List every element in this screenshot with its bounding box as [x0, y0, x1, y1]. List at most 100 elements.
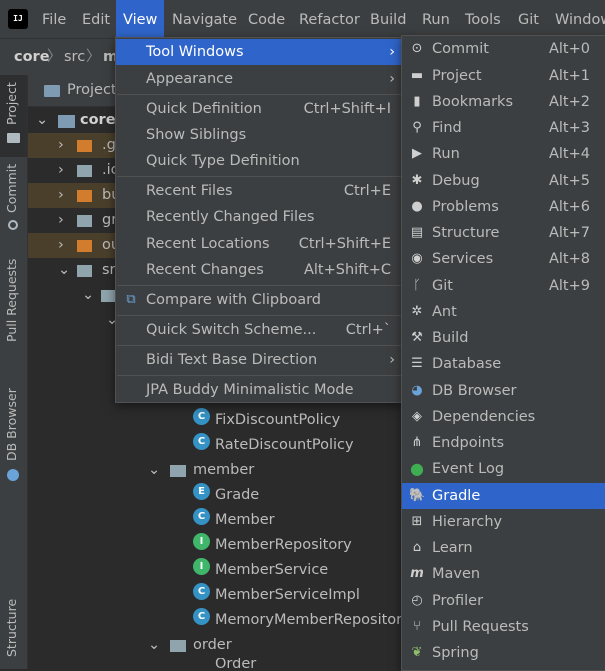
breadcrumb-src[interactable]: src [64, 39, 85, 75]
chevron-right-icon: › [389, 44, 395, 60]
menu-item-appearance[interactable]: Appearance › [116, 66, 403, 92]
tree-label: order [193, 637, 232, 653]
tool-window-debug[interactable]: ✱ Debug Alt+5 [402, 168, 605, 194]
tool-window-gradle[interactable]: 🐘 Gradle [402, 483, 605, 509]
chevron-right-icon: › [389, 71, 395, 87]
tool-window-db-browser[interactable]: ◕ DB Browser [402, 378, 605, 404]
tool-window-pull-requests[interactable]: ⑂ Pull Requests [402, 614, 605, 640]
run-icon: ▶ [412, 146, 422, 161]
chevron-down-icon: ⌄ [82, 287, 95, 303]
menu-item-compare-with-clipboard[interactable]: ⧉ Compare with Clipboard [116, 287, 403, 313]
menu-item-recent-locations[interactable]: Recent Locations Ctrl+Shift+E [116, 231, 403, 257]
tool-window-profiler[interactable]: ◴ Profiler [402, 588, 605, 614]
tool-window-bookmarks[interactable]: ▮ Bookmarks Alt+2 [402, 89, 605, 115]
tool-windows-submenu: ⊙ Commit Alt+0 ▬ Project Alt+1 ▮ Bookmarks Alt… [401, 35, 605, 671]
menu-item-quick-definition[interactable]: Quick Definition Ctrl+Shift+I [116, 96, 403, 122]
commit-icon [8, 220, 18, 230]
stripe-tab-commit[interactable]: Commit [0, 163, 27, 233]
main-menu-bar: IJ File Edit View Navigate Code Refactor… [0, 0, 605, 38]
folder-icon [77, 165, 92, 177]
stripe-tab-project[interactable]: Project [0, 75, 27, 157]
event-log-icon: ● [410, 459, 424, 478]
tool-window-ant[interactable]: ✲ Ant [402, 299, 605, 325]
project-title[interactable]: Project [67, 75, 117, 106]
menu-item-recent-changes[interactable]: Recent Changes Alt+Shift+C [116, 257, 403, 283]
menu-separator [117, 315, 402, 316]
menu-item-quick-type-definition[interactable]: Quick Type Definition [116, 148, 403, 174]
chevron-down-icon: ⌄ [58, 262, 71, 278]
menu-code[interactable]: Code [241, 0, 292, 38]
tool-window-event-log[interactable]: ● Event Log [402, 456, 605, 482]
tree-label: RateDiscountPolicy [215, 437, 354, 453]
menu-build[interactable]: Build [363, 0, 413, 38]
package-icon [170, 465, 186, 477]
tool-window-build[interactable]: ⚒ Build [402, 325, 605, 351]
menu-refactor[interactable]: Refactor [292, 0, 367, 38]
menu-window[interactable]: Window [548, 0, 605, 38]
breadcrumb-separator-icon: 〉 [86, 49, 101, 65]
menu-item-tool-windows[interactable]: Tool Windows › [116, 39, 403, 65]
endpoints-icon: ⋔ [411, 435, 423, 450]
tree-label: Order [215, 658, 257, 669]
tool-window-hierarchy[interactable]: ⊞ Hierarchy [402, 509, 605, 535]
class-icon: C [193, 608, 210, 625]
chevron-right-icon: › [58, 212, 64, 228]
interface-icon: I [193, 558, 210, 575]
menu-item-show-siblings[interactable]: Show Siblings [116, 122, 403, 148]
menu-item-recently-changed-files[interactable]: Recently Changed Files [116, 204, 403, 230]
stripe-tab-structure[interactable]: Structure [0, 585, 27, 663]
menu-view[interactable]: View [116, 0, 165, 38]
tool-window-spring[interactable]: ❦ Spring [402, 640, 605, 666]
menu-item-jpa-buddy-minimalistic-mode[interactable]: JPA Buddy Minimalistic Mode [116, 377, 403, 403]
menu-separator [117, 375, 402, 376]
project-folder-icon [44, 85, 60, 97]
folder-icon [77, 140, 92, 152]
maven-icon: m [410, 566, 424, 581]
learn-icon: ⌂ [412, 540, 422, 555]
chevron-down-icon: ⌄ [148, 637, 161, 653]
tool-window-endpoints[interactable]: ⋔ Endpoints [402, 430, 605, 456]
folder-icon [101, 290, 116, 302]
tool-window-find[interactable]: ⚲ Find Alt+3 [402, 115, 605, 141]
tool-window-commit[interactable]: ⊙ Commit Alt+0 [402, 36, 605, 62]
tree-label: core [80, 112, 116, 128]
tool-window-database[interactable]: ☰ Database [402, 351, 605, 377]
view-menu-popup: Tool Windows › Appearance › Quick Defini… [115, 37, 404, 403]
stripe-tab-pull-requests[interactable]: Pull Requests [0, 259, 27, 350]
profiler-icon: ◴ [411, 593, 423, 608]
spring-icon: ❦ [411, 645, 423, 660]
services-icon: ◉ [411, 251, 423, 266]
chevron-right-icon: › [58, 162, 64, 178]
tool-window-problems[interactable]: ● Problems Alt+6 [402, 194, 605, 220]
class-icon: C [193, 433, 210, 450]
tool-window-learn[interactable]: ⌂ Learn [402, 535, 605, 561]
tool-window-run[interactable]: ▶ Run Alt+4 [402, 141, 605, 167]
tree-label: MemberService [215, 562, 329, 578]
tool-window-structure[interactable]: ▤ Structure Alt+7 [402, 220, 605, 246]
tool-window-git[interactable]: ᚴ Git Alt+9 [402, 273, 605, 299]
menu-item-recent-files[interactable]: Recent Files Ctrl+E [116, 178, 403, 204]
tool-window-dependencies[interactable]: ◈ Dependencies [402, 404, 605, 430]
menu-file[interactable]: File [35, 0, 73, 38]
menu-item-quick-switch-scheme[interactable]: Quick Switch Scheme... Ctrl+` [116, 317, 403, 343]
menu-navigate[interactable]: Navigate [165, 0, 244, 38]
class-icon: C [193, 508, 210, 525]
tree-label: .g [102, 137, 116, 153]
folder-icon [7, 133, 20, 143]
breadcrumb-core[interactable]: core [14, 39, 50, 75]
tree-label: sr [102, 262, 116, 278]
chevron-right-icon: › [58, 137, 64, 153]
stripe-tab-db-browser[interactable]: DB Browser [0, 388, 27, 485]
menu-item-bidi-text-base-direction[interactable]: Bidi Text Base Direction › [116, 347, 403, 373]
app-logo-icon: IJ [6, 7, 30, 31]
menu-edit[interactable]: Edit [75, 0, 117, 38]
folder-icon: ▬ [410, 68, 424, 83]
menu-run[interactable]: Run [415, 0, 457, 38]
tool-window-services[interactable]: ◉ Services Alt+8 [402, 246, 605, 272]
menu-separator [117, 345, 402, 346]
tool-window-maven[interactable]: m Maven [402, 561, 605, 587]
menu-tools[interactable]: Tools [458, 0, 508, 38]
menu-git[interactable]: Git [511, 0, 546, 38]
tool-window-project[interactable]: ▬ Project Alt+1 [402, 63, 605, 89]
enum-icon: E [193, 483, 210, 500]
